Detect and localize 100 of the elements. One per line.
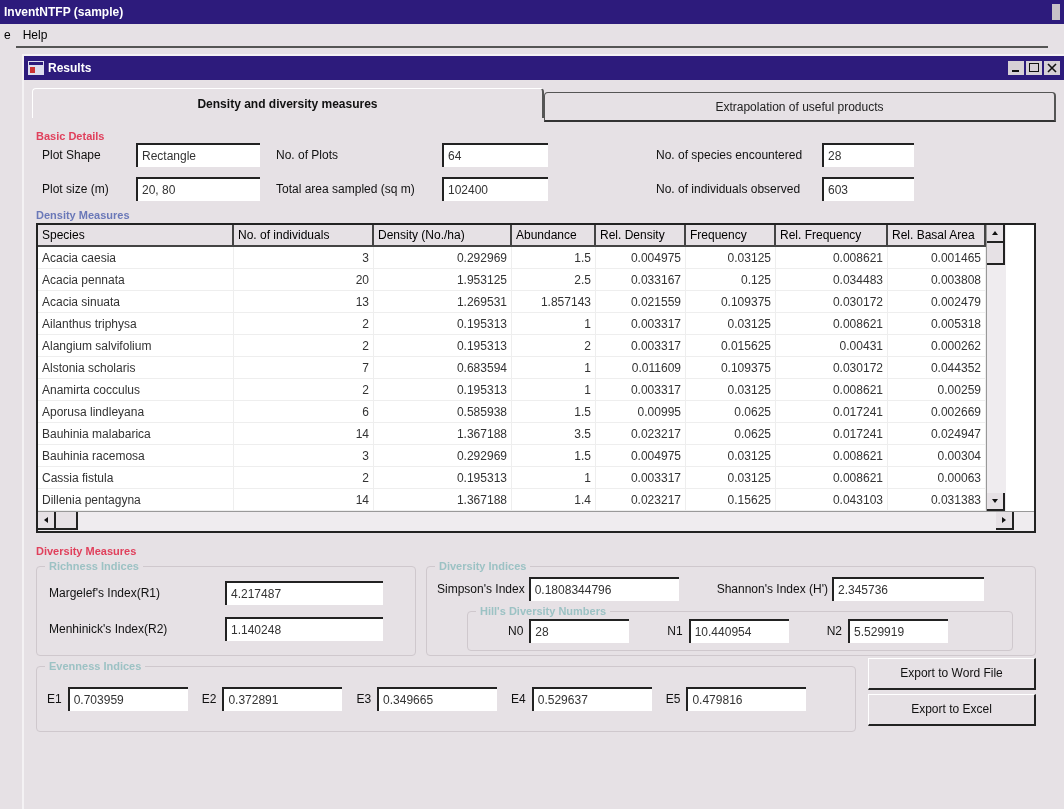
table-cell: Cassia fistula [38, 467, 234, 488]
table-cell: Bauhinia malabarica [38, 423, 234, 444]
table-cell: 3.5 [512, 423, 596, 444]
table-cell: 0.292969 [374, 445, 512, 466]
export-button[interactable]: Export to Excel [868, 693, 1036, 726]
table-cell: 1 [512, 357, 596, 378]
table-cell: 6 [234, 401, 374, 422]
menu-item[interactable]: e [4, 26, 11, 44]
field-label: Shannon's Index (H') [716, 580, 828, 598]
table-cell: 14 [234, 489, 374, 510]
table-cell: 1.367188 [374, 489, 512, 510]
table-cell: 0.023217 [596, 489, 686, 510]
table-cell: 0.003317 [596, 313, 686, 334]
table-cell: 0.00431 [776, 335, 888, 356]
input-field[interactable]: 10.440954 [688, 618, 789, 643]
input-field[interactable]: 2.345736 [832, 576, 984, 601]
field-label: E5 [665, 690, 681, 708]
column-header[interactable]: Frequency [686, 225, 776, 247]
column-header[interactable]: Rel. Density [596, 225, 686, 247]
column-header[interactable]: Density (No./ha) [374, 225, 512, 247]
table-cell: 0.683594 [374, 357, 512, 378]
input-field[interactable]: 20, 80 [136, 176, 260, 201]
input-field[interactable]: 0.703959 [67, 686, 188, 711]
input-field[interactable]: 5.529919 [848, 618, 949, 643]
table-cell: 0.109375 [686, 291, 776, 312]
scroll-thumb[interactable] [56, 512, 78, 530]
table-cell: 3 [234, 247, 374, 268]
field-label: No. of Plots [276, 146, 340, 164]
input-field[interactable]: 64 [442, 142, 548, 167]
table-cell: 1.5 [512, 247, 596, 268]
table-cell: Acacia caesia [38, 247, 234, 268]
table-cell: Bauhinia racemosa [38, 445, 234, 466]
input-field[interactable]: 603 [822, 176, 914, 201]
input-field[interactable]: 4.217487 [225, 580, 383, 605]
table-cell: 2 [512, 335, 596, 356]
table-cell: 1.4 [512, 489, 596, 510]
section-title: Diversity Measures [36, 544, 138, 559]
table-cell: 1.857143 [512, 291, 596, 312]
input-field[interactable]: 0.529637 [531, 686, 652, 711]
table-cell: Aporusa lindleyana [38, 401, 234, 422]
table-cell: 2 [234, 313, 374, 334]
table-cell: Alstonia scholaris [38, 357, 234, 378]
column-header[interactable]: Species [38, 225, 234, 247]
table-cell: 0.008621 [776, 247, 888, 268]
table-cell: 2 [234, 467, 374, 488]
table-cell: 0.0625 [686, 423, 776, 444]
tab[interactable]: Density and diversity measures [32, 88, 544, 118]
scroll-thumb[interactable] [987, 243, 1005, 265]
table-cell: 2.5 [512, 269, 596, 290]
table-cell: Dillenia pentagyna [38, 489, 234, 510]
table-cell: 1 [512, 379, 596, 400]
horizontal-scrollbar[interactable] [38, 511, 1034, 531]
input-field[interactable]: 1.140248 [225, 616, 383, 641]
vertical-scrollbar[interactable] [986, 225, 1006, 511]
maximize-icon[interactable] [1026, 61, 1042, 75]
table-cell: 0.033167 [596, 269, 686, 290]
field-label: Margelef's Index(R1) [49, 584, 161, 602]
input-field[interactable]: Rectangle [136, 142, 260, 167]
field-label: Plot size (m) [42, 180, 110, 198]
section-title: Basic Details [36, 129, 106, 144]
table-cell: 1 [512, 467, 596, 488]
table-cell: 0.109375 [686, 357, 776, 378]
table-cell: 0.011609 [596, 357, 686, 378]
table-cell: 0.003317 [596, 335, 686, 356]
table-cell: 13 [234, 291, 374, 312]
minimize-icon[interactable] [1008, 61, 1024, 75]
input-field[interactable]: 28 [822, 142, 914, 167]
input-field[interactable]: 0.349665 [377, 686, 498, 711]
input-field[interactable]: 102400 [442, 176, 548, 201]
section-title: Density Measures [36, 207, 131, 223]
table-cell: 0.195313 [374, 313, 512, 334]
table-cell: 1.953125 [374, 269, 512, 290]
table-cell: 0.00995 [596, 401, 686, 422]
table-cell: 0.021559 [596, 291, 686, 312]
field-label: N2 [826, 622, 843, 640]
table-cell: 1.367188 [374, 423, 512, 444]
input-field[interactable]: 0.1808344796 [528, 576, 679, 601]
column-header[interactable]: Abundance [512, 225, 596, 247]
table-cell: 2 [234, 379, 374, 400]
tab[interactable]: Extrapolation of useful products [544, 92, 1056, 122]
input-field[interactable]: 0.372891 [222, 686, 343, 711]
export-button[interactable]: Export to Word File [868, 657, 1036, 690]
table-cell: 1.269531 [374, 291, 512, 312]
column-header[interactable]: No. of individuals [234, 225, 374, 247]
input-field[interactable]: 28 [529, 618, 630, 643]
menu-item[interactable]: Help [22, 26, 48, 44]
close-icon[interactable] [1044, 61, 1060, 75]
field-label: Simpson's Index [437, 580, 525, 598]
table-cell: 0.292969 [374, 247, 512, 268]
field-label: Menhinick's Index(R2) [49, 620, 169, 638]
window-title: Results [48, 60, 92, 77]
app-title: InventNTFP (sample) [4, 4, 124, 21]
table-cell: 0.03125 [686, 313, 776, 334]
field-label: E4 [511, 690, 526, 708]
column-header[interactable]: Rel. Basal Area [888, 225, 986, 247]
table-cell: Anamirta cocculus [38, 379, 234, 400]
input-field[interactable]: 0.479816 [686, 686, 807, 711]
table-cell: 14 [234, 423, 374, 444]
table-cell: 0.030172 [776, 291, 888, 312]
column-header[interactable]: Rel. Frequency [776, 225, 888, 247]
